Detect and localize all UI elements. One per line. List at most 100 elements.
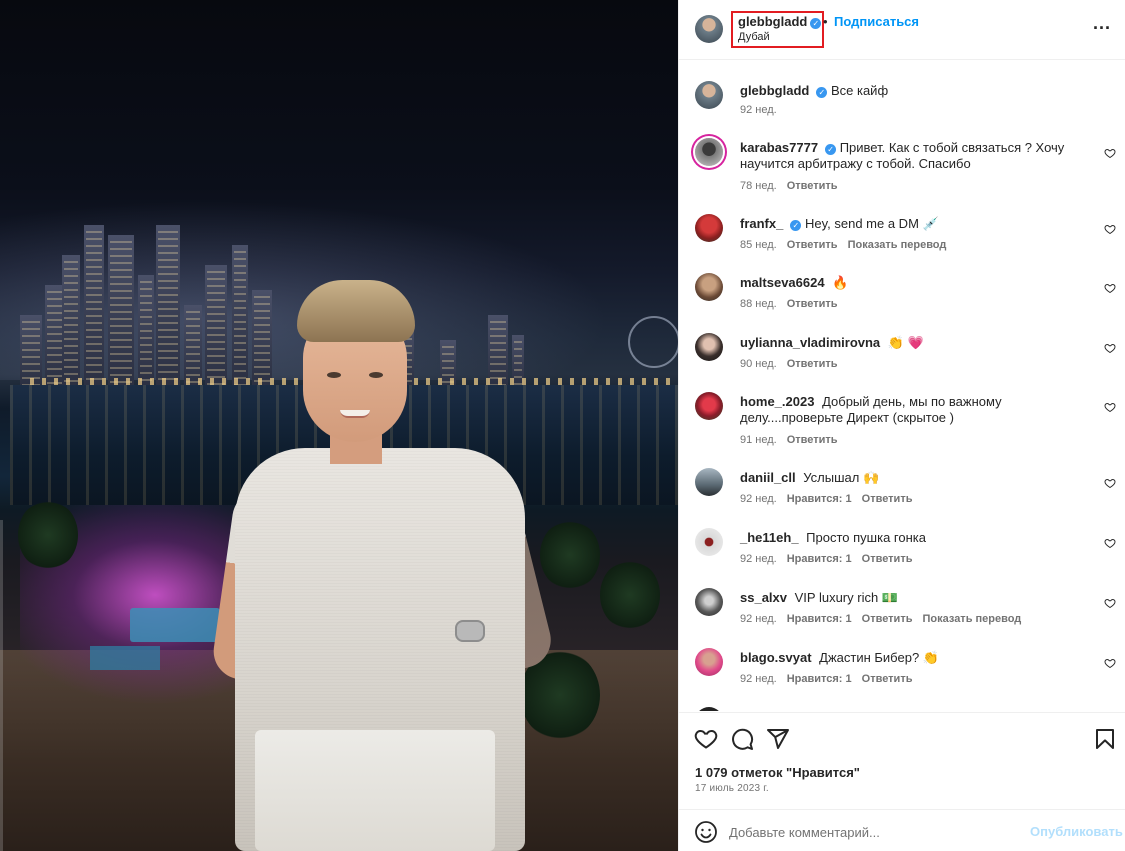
comment-username[interactable]: glebbgladd bbox=[740, 83, 809, 98]
comment-username[interactable]: franfx_ bbox=[740, 216, 783, 231]
reply-button[interactable]: Ответить bbox=[787, 358, 838, 370]
comment-text: 🔥 bbox=[832, 275, 849, 290]
comment-icon[interactable] bbox=[730, 727, 754, 751]
verified-badge-icon: ✓ bbox=[790, 220, 802, 231]
eye bbox=[327, 372, 341, 378]
author-avatar[interactable] bbox=[695, 15, 723, 43]
comment-meta: 92 нед. Нравится: 1 Ответить Показать перев… bbox=[740, 613, 1031, 625]
post-location[interactable]: Дубай bbox=[738, 31, 770, 43]
heart-icon[interactable] bbox=[1104, 223, 1116, 235]
avatar[interactable] bbox=[695, 392, 723, 420]
comment-time[interactable]: 92 нед. bbox=[740, 553, 777, 565]
likes-count[interactable]: 1 079 отметок "Нравится" bbox=[695, 765, 860, 780]
comment-meta: 92 нед. Нравится: 1 Ответить bbox=[740, 493, 922, 505]
comments-list[interactable]: glebbgladd ✓ Все кайф 92 нед. karabas7777… bbox=[679, 61, 1125, 711]
post-photo[interactable] bbox=[0, 0, 678, 851]
heart-icon[interactable] bbox=[694, 727, 718, 751]
comment-likes-count[interactable]: Нравится: 1 bbox=[787, 613, 852, 625]
heart-icon[interactable] bbox=[1104, 147, 1116, 159]
comment-username[interactable]: maltseva6624 bbox=[740, 275, 825, 290]
comment-meta: 92 нед. bbox=[740, 104, 787, 116]
reply-button[interactable]: Ответить bbox=[862, 673, 913, 685]
skyline-building bbox=[108, 235, 134, 385]
comment-text: 👏 💗 bbox=[887, 335, 924, 350]
avatar[interactable] bbox=[695, 81, 723, 109]
comment-likes-count[interactable]: Нравится: 1 bbox=[787, 493, 852, 505]
skyline-building bbox=[84, 225, 104, 385]
avatar[interactable] bbox=[695, 273, 723, 301]
smile bbox=[340, 410, 370, 418]
comment-text: Hey, send me a DM 💉 bbox=[804, 216, 939, 231]
separator-dot: • bbox=[823, 14, 828, 29]
avatar[interactable] bbox=[695, 333, 723, 361]
comment-time[interactable]: 92 нед. bbox=[740, 613, 777, 625]
avatar[interactable] bbox=[695, 588, 723, 616]
emoji-icon[interactable] bbox=[694, 820, 718, 844]
comment-time[interactable]: 92 нед. bbox=[740, 493, 777, 505]
reply-button[interactable]: Ответить bbox=[862, 553, 913, 565]
comment-time[interactable]: 88 нед. bbox=[740, 298, 777, 310]
comment-body: karabas7777 ✓ Привет. Как с тобой связать… bbox=[740, 140, 1080, 172]
comment-username[interactable]: uylianna_vladimirovna bbox=[740, 335, 880, 350]
heart-icon[interactable] bbox=[1104, 282, 1116, 294]
avatar[interactable] bbox=[695, 468, 723, 496]
post-actions: 1 079 отметок "Нравится" 17 июль 2023 г.… bbox=[679, 712, 1125, 851]
reply-button[interactable]: Ответить bbox=[787, 298, 838, 310]
comment-time[interactable]: 85 нед. bbox=[740, 239, 777, 251]
comment-username[interactable]: ss_alxv bbox=[740, 590, 787, 605]
bookmark-icon[interactable] bbox=[1093, 727, 1117, 751]
reply-button[interactable]: Ответить bbox=[862, 493, 913, 505]
comment-username[interactable]: karabas7777 bbox=[740, 140, 818, 155]
avatar[interactable] bbox=[695, 707, 723, 711]
avatar[interactable] bbox=[695, 648, 723, 676]
publish-button[interactable]: Опубликовать bbox=[1030, 824, 1123, 839]
comment-time[interactable]: 90 нед. bbox=[740, 358, 777, 370]
comment-time[interactable]: 92 нед. bbox=[740, 104, 777, 116]
comment-time[interactable]: 91 нед. bbox=[740, 434, 777, 446]
comment-username[interactable]: blago.svyat bbox=[740, 650, 812, 665]
comment-likes-count[interactable]: Нравится: 1 bbox=[787, 553, 852, 565]
comment-body: home_.2023 Добрый день, мы по важному де… bbox=[740, 394, 1080, 426]
heart-icon[interactable] bbox=[1104, 401, 1116, 413]
comment-time[interactable]: 92 нед. bbox=[740, 673, 777, 685]
share-icon[interactable] bbox=[766, 727, 790, 751]
skyline-building bbox=[62, 255, 80, 385]
reply-button[interactable]: Ответить bbox=[787, 239, 838, 251]
heart-icon[interactable] bbox=[1104, 342, 1116, 354]
post-date: 17 июль 2023 г. bbox=[695, 783, 769, 794]
comment-time[interactable]: 78 нед. bbox=[740, 180, 777, 192]
reply-button[interactable]: Ответить bbox=[862, 613, 913, 625]
more-options-icon[interactable]: ... bbox=[1093, 13, 1111, 34]
person bbox=[210, 280, 557, 851]
post-side-panel: glebbgladd ✓ • Подписаться Дубай ... gleb… bbox=[678, 0, 1125, 851]
follow-button[interactable]: Подписаться bbox=[834, 14, 919, 29]
reply-button[interactable]: Ответить bbox=[787, 434, 838, 446]
comment-body: maltseva6624 🔥 bbox=[740, 275, 1080, 291]
comment-input[interactable] bbox=[729, 818, 1019, 846]
wristwatch bbox=[455, 620, 485, 642]
comment-username[interactable]: daniil_cll bbox=[740, 470, 796, 485]
comment-text: Просто пушка гонка bbox=[806, 530, 926, 545]
heart-icon[interactable] bbox=[1104, 597, 1116, 609]
show-translation-button[interactable]: Показать перевод bbox=[848, 239, 947, 251]
comment-body: ss_alxv VIP luxury rich 💵 bbox=[740, 590, 1080, 606]
heart-icon[interactable] bbox=[1104, 537, 1116, 549]
comment-body: daniil_cll Услышал 🙌 bbox=[740, 470, 1080, 486]
comment-likes-count[interactable]: Нравится: 1 bbox=[787, 673, 852, 685]
avatar[interactable] bbox=[695, 214, 723, 242]
avatar[interactable] bbox=[695, 138, 723, 166]
comment-text: Все кайф bbox=[830, 83, 889, 98]
comment-username[interactable]: _he11eh_ bbox=[740, 530, 799, 545]
author-username[interactable]: glebbgladd ✓ bbox=[738, 14, 822, 29]
comment-body: blago.svyat Джастин Бибер? 👏 bbox=[740, 650, 1080, 666]
comment-meta: 92 нед. Нравится: 1 Ответить bbox=[740, 553, 922, 565]
comment-meta: 90 нед. Ответить bbox=[740, 358, 848, 370]
avatar[interactable] bbox=[695, 528, 723, 556]
heart-icon[interactable] bbox=[1104, 477, 1116, 489]
reply-button[interactable]: Ответить bbox=[787, 180, 838, 192]
heart-icon[interactable] bbox=[1104, 657, 1116, 669]
skyline-building bbox=[138, 275, 154, 385]
show-translation-button[interactable]: Показать перевод bbox=[922, 613, 1021, 625]
comment-meta: 85 нед. Ответить Показать перевод bbox=[740, 239, 956, 251]
comment-username[interactable]: home_.2023 bbox=[740, 394, 814, 409]
